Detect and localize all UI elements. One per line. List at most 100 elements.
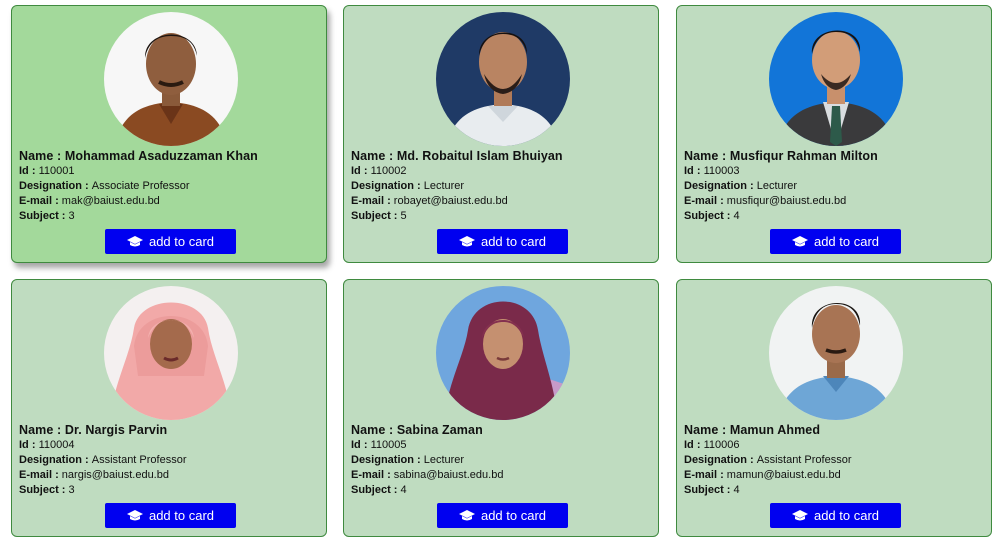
id-value: 110002 (370, 165, 407, 177)
id-value: 110001 (38, 165, 75, 177)
add-to-card-label: add to card (148, 508, 215, 523)
teacher-subject: Subject : 5 (351, 209, 652, 224)
name-label: Name : (19, 423, 65, 437)
designation-value: Assistant Professor (756, 454, 852, 466)
id-label: Id : (351, 439, 371, 451)
subject-value: 4 (400, 484, 407, 496)
teacher-designation: Designation : Lecturer (684, 179, 985, 194)
avatar (769, 286, 903, 420)
designation-label: Designation : (684, 454, 757, 466)
id-label: Id : (19, 439, 39, 451)
subject-label: Subject : (684, 210, 734, 222)
teacher-card: Name : Mohammad Asaduzzaman Khan Id : 11… (11, 5, 327, 263)
teacher-name: Name : Mamun Ahmed (684, 423, 985, 438)
email-value: musfiqur@baiust.edu.bd (726, 195, 847, 207)
subject-label: Subject : (684, 484, 734, 496)
subject-value: 5 (400, 210, 407, 222)
subject-value: 3 (68, 210, 75, 222)
name-value: Md. Robaitul Islam Bhuiyan (396, 149, 563, 163)
teacher-subject: Subject : 4 (684, 209, 985, 224)
id-label: Id : (351, 165, 371, 177)
teacher-id: Id : 110005 (351, 438, 652, 453)
graduation-cap-icon (126, 235, 143, 248)
avatar (436, 12, 570, 146)
teacher-subject: Subject : 4 (684, 483, 985, 498)
teacher-name: Name : Sabina Zaman (351, 423, 652, 438)
teacher-card: Name : Mamun Ahmed Id : 110006 Designati… (676, 279, 992, 537)
email-label: E-mail : (351, 469, 394, 481)
email-label: E-mail : (684, 469, 727, 481)
add-to-card-label: add to card (480, 508, 547, 523)
teacher-id: Id : 110002 (351, 164, 652, 179)
add-to-card-label: add to card (813, 508, 880, 523)
teacher-designation: Designation : Associate Professor (19, 179, 320, 194)
id-label: Id : (684, 439, 704, 451)
designation-label: Designation : (351, 454, 424, 466)
teacher-subject: Subject : 3 (19, 483, 320, 498)
subject-value: 4 (733, 484, 740, 496)
name-label: Name : (684, 149, 730, 163)
name-value: Musfiqur Rahman Milton (729, 149, 878, 163)
teacher-id: Id : 110001 (19, 164, 320, 179)
add-to-card-button[interactable]: add to card (105, 229, 236, 254)
graduation-cap-icon (791, 235, 808, 248)
teacher-designation: Designation : Lecturer (351, 179, 652, 194)
subject-label: Subject : (351, 484, 401, 496)
teacher-subject: Subject : 4 (351, 483, 652, 498)
designation-value: Associate Professor (91, 180, 190, 192)
teacher-name: Name : Mohammad Asaduzzaman Khan (19, 149, 320, 164)
teacher-id: Id : 110004 (19, 438, 320, 453)
teacher-subject: Subject : 3 (19, 209, 320, 224)
subject-label: Subject : (19, 210, 69, 222)
designation-label: Designation : (19, 454, 92, 466)
id-value: 110005 (370, 439, 407, 451)
add-to-card-button[interactable]: add to card (770, 229, 901, 254)
name-value: Mamun Ahmed (729, 423, 821, 437)
subject-label: Subject : (351, 210, 401, 222)
designation-label: Designation : (684, 180, 757, 192)
add-to-card-button[interactable]: add to card (105, 503, 236, 528)
add-to-card-button[interactable]: add to card (437, 229, 568, 254)
email-value: nargis@baiust.edu.bd (61, 469, 169, 481)
designation-label: Designation : (19, 180, 92, 192)
id-value: 110006 (703, 439, 740, 451)
teacher-card: Name : Dr. Nargis Parvin Id : 110004 Des… (11, 279, 327, 537)
graduation-cap-icon (458, 509, 475, 522)
email-label: E-mail : (351, 195, 394, 207)
name-value: Sabina Zaman (396, 423, 483, 437)
teacher-card: Name : Musfiqur Rahman Milton Id : 11000… (676, 5, 992, 263)
teacher-designation: Designation : Assistant Professor (684, 453, 985, 468)
email-label: E-mail : (19, 195, 62, 207)
id-label: Id : (684, 165, 704, 177)
add-to-card-button[interactable]: add to card (770, 503, 901, 528)
avatar (104, 286, 238, 420)
add-to-card-button[interactable]: add to card (437, 503, 568, 528)
teacher-designation: Designation : Lecturer (351, 453, 652, 468)
email-value: mamun@baiust.edu.bd (726, 469, 841, 481)
avatar (104, 12, 238, 146)
email-label: E-mail : (19, 469, 62, 481)
designation-value: Assistant Professor (91, 454, 187, 466)
add-to-card-label: add to card (813, 234, 880, 249)
subject-value: 4 (733, 210, 740, 222)
teacher-id: Id : 110003 (684, 164, 985, 179)
teacher-email: E-mail : mamun@baiust.edu.bd (684, 468, 985, 483)
teacher-name: Name : Dr. Nargis Parvin (19, 423, 320, 438)
id-value: 110004 (38, 439, 75, 451)
name-label: Name : (19, 149, 65, 163)
teacher-name: Name : Md. Robaitul Islam Bhuiyan (351, 149, 652, 164)
email-value: mak@baiust.edu.bd (61, 195, 160, 207)
designation-label: Designation : (351, 180, 424, 192)
email-value: sabina@baiust.edu.bd (393, 469, 504, 481)
teacher-card: Name : Md. Robaitul Islam Bhuiyan Id : 1… (343, 5, 659, 263)
graduation-cap-icon (791, 509, 808, 522)
id-label: Id : (19, 165, 39, 177)
teacher-designation: Designation : Assistant Professor (19, 453, 320, 468)
subject-label: Subject : (19, 484, 69, 496)
teacher-email: E-mail : sabina@baiust.edu.bd (351, 468, 652, 483)
graduation-cap-icon (458, 235, 475, 248)
name-label: Name : (684, 423, 730, 437)
email-label: E-mail : (684, 195, 727, 207)
teacher-card: Name : Sabina Zaman Id : 110005 Designat… (343, 279, 659, 537)
teacher-name: Name : Musfiqur Rahman Milton (684, 149, 985, 164)
